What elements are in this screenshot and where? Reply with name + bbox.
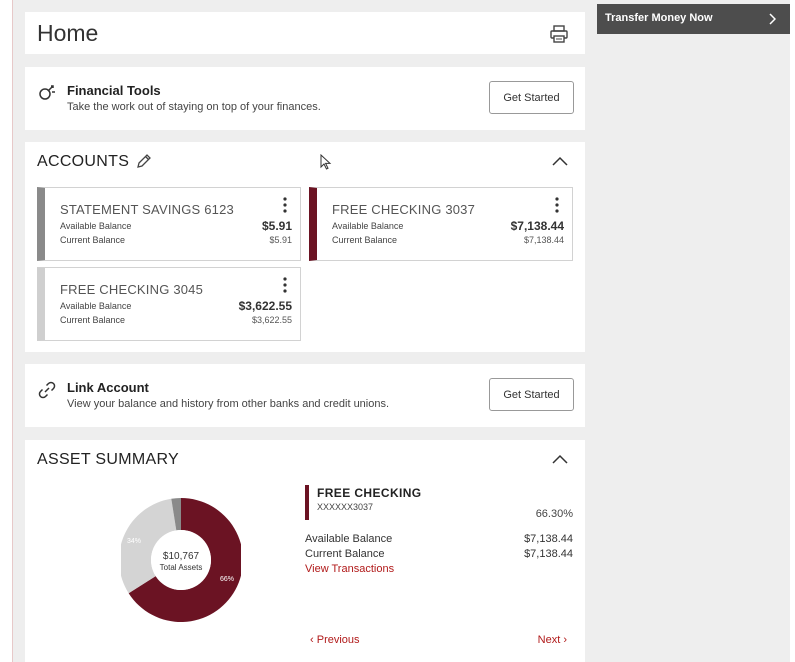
segment-label-checking: 66% <box>220 576 234 583</box>
selected-account-name: FREE CHECKING <box>317 486 422 500</box>
account-name: STATEMENT SAVINGS 6123 <box>60 202 234 217</box>
tools-icon <box>39 85 55 100</box>
financial-tools-description: Take the work out of staying on top of y… <box>67 101 321 113</box>
current-balance-value: $7,138.44 <box>524 548 573 560</box>
asset-summary-section: ASSET SUMMARY $10,767 Total Assets 66% 3… <box>25 440 585 662</box>
right-sidebar: Transfer Money Now <box>597 0 790 662</box>
account-tile[interactable]: FREE CHECKING 3037 Available Balance $7,… <box>309 187 573 261</box>
financial-tools-title: Financial Tools <box>67 83 161 98</box>
total-assets-value: $10,767 <box>163 551 200 562</box>
available-balance-value: $3,622.55 <box>238 299 292 313</box>
available-balance-label: Available Balance <box>332 221 404 231</box>
link-account-get-started-button[interactable]: Get Started <box>489 378 574 411</box>
page-header: Home <box>25 12 585 54</box>
main-content: Home Financial Tools Take the work out o… <box>12 0 597 662</box>
available-balance-label: Available Balance <box>60 221 132 231</box>
transfer-money-button[interactable]: Transfer Money Now <box>597 4 790 34</box>
previous-label: Previous <box>316 634 360 646</box>
current-balance-label: Current Balance <box>305 548 385 560</box>
accounts-section: ACCOUNTS STATEMENT SAVINGS 6123 Availabl… <box>25 142 585 352</box>
segment-label-other: 34% <box>127 538 141 545</box>
financial-tools-card: Financial Tools Take the work out of sta… <box>25 67 585 130</box>
current-balance-value: $3,622.55 <box>251 315 292 325</box>
available-balance-value: $7,138.44 <box>524 533 573 545</box>
asset-donut-chart[interactable]: $10,767 Total Assets 66% 34% <box>121 490 241 630</box>
available-balance-value: $5.91 <box>261 219 292 233</box>
more-options-icon[interactable] <box>282 196 288 214</box>
chevron-up-icon[interactable] <box>551 155 569 167</box>
current-balance-label: Current Balance <box>60 315 126 325</box>
link-account-card: Link Account View your balance and histo… <box>25 364 585 427</box>
selected-account-percent: 66.30% <box>535 508 573 520</box>
current-balance-value: $7,138.44 <box>523 235 564 245</box>
page-title: Home <box>37 20 99 46</box>
pencil-icon[interactable] <box>135 152 153 170</box>
link-account-title: Link Account <box>67 380 149 395</box>
link-account-description: View your balance and history from other… <box>67 398 390 410</box>
current-balance-label: Current Balance <box>60 235 126 245</box>
account-name: FREE CHECKING 3045 <box>60 282 204 297</box>
view-transactions-link[interactable]: View Transactions <box>305 563 394 575</box>
chevron-up-icon[interactable] <box>551 453 569 465</box>
available-balance-value: $7,138.44 <box>510 219 564 233</box>
selected-account-number: XXXXXX3037 <box>317 502 374 512</box>
account-tile[interactable]: FREE CHECKING 3045 Available Balance $3,… <box>37 267 301 341</box>
mouse-cursor-icon <box>320 154 332 170</box>
chevron-left-icon: ‹ <box>310 634 314 646</box>
current-balance-value: $5.91 <box>269 235 292 245</box>
next-label: Next <box>537 634 561 646</box>
financial-tools-get-started-button[interactable]: Get Started <box>489 81 574 114</box>
previous-link[interactable]: ‹ Previous <box>310 634 360 646</box>
total-assets-label: Total Assets <box>160 563 203 572</box>
available-balance-label: Available Balance <box>305 533 393 545</box>
chevron-right-icon: › <box>563 634 567 646</box>
link-icon <box>38 381 56 399</box>
account-tile[interactable]: STATEMENT SAVINGS 6123 Available Balance… <box>37 187 301 261</box>
transfer-money-label: Transfer Money Now <box>605 12 713 24</box>
more-options-icon[interactable] <box>554 196 560 214</box>
next-link[interactable]: Next › <box>538 634 567 646</box>
accounts-title: ACCOUNTS <box>37 153 130 170</box>
asset-summary-title: ASSET SUMMARY <box>37 451 180 468</box>
account-name: FREE CHECKING 3037 <box>332 202 476 217</box>
available-balance-label: Available Balance <box>60 301 132 311</box>
current-balance-label: Current Balance <box>332 235 398 245</box>
printer-icon[interactable] <box>549 24 569 44</box>
selected-account-marker <box>305 485 309 520</box>
chevron-right-icon <box>769 13 776 25</box>
more-options-icon[interactable] <box>282 276 288 294</box>
